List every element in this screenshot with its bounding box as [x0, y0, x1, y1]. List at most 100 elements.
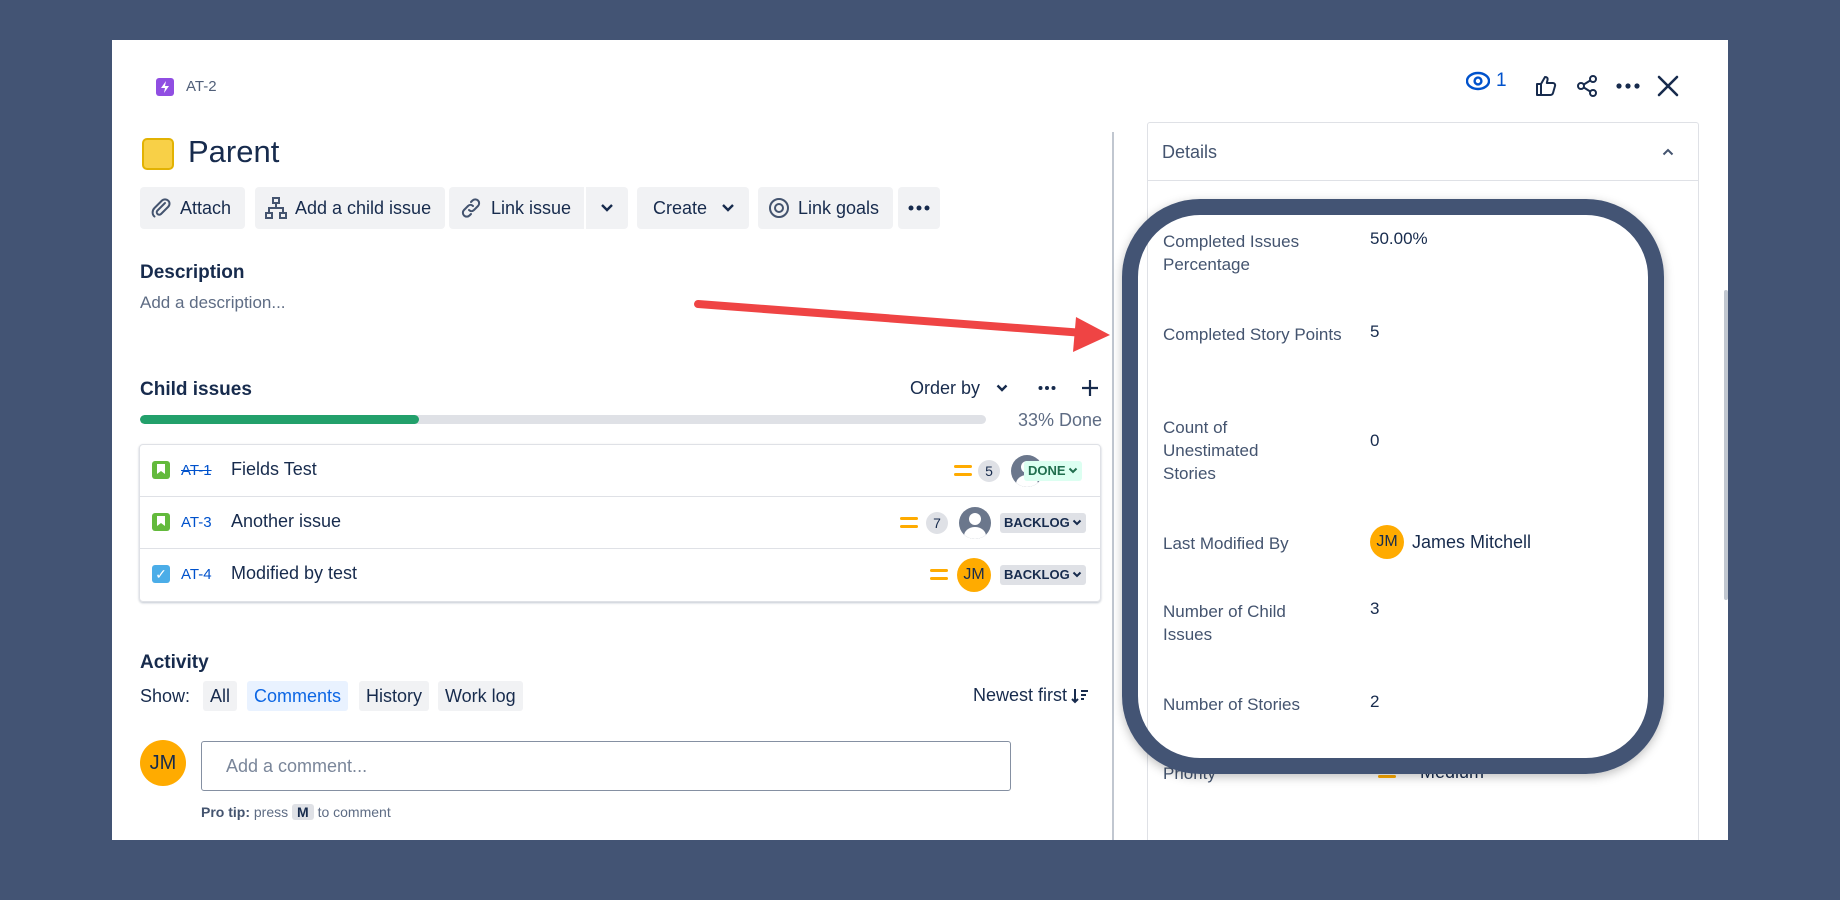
filter-all[interactable]: All [203, 681, 238, 711]
child-key[interactable]: AT-4 [181, 566, 212, 583]
status-label: BACKLOG [1004, 515, 1070, 530]
status-label: DONE [1028, 463, 1066, 478]
chevron-down-icon [601, 204, 613, 212]
breadcrumb-issue-key[interactable]: AT-2 [186, 78, 217, 96]
pro-tip-label: Pro tip: [201, 804, 250, 820]
child-summary[interactable]: Modified by test [231, 563, 357, 584]
pro-tip-press: press [253, 804, 289, 820]
child-progress-label: 33% Done [1018, 410, 1103, 430]
attach-label: Attach [180, 197, 232, 218]
link-issue-button[interactable]: Link issue [449, 187, 585, 229]
share-icon [1577, 75, 1597, 97]
child-summary[interactable]: Another issue [231, 511, 341, 532]
link-goals-button[interactable]: Link goals [758, 187, 894, 229]
status-badge[interactable]: DONE [1024, 461, 1082, 481]
child-progress-bar [140, 415, 986, 424]
assignee-avatar[interactable]: JM [957, 558, 991, 592]
child-summary[interactable]: Fields Test [231, 459, 317, 480]
filter-comments[interactable]: Comments [247, 681, 349, 711]
share-button[interactable] [1571, 70, 1603, 102]
child-row-at-3[interactable]: AT-3 Another issue 7 BACKLOG [140, 497, 1100, 549]
link-goals-label: Link goals [798, 197, 880, 218]
link-issue-dropdown[interactable] [586, 187, 628, 229]
chevron-down-icon [1072, 571, 1081, 578]
issue-type-icon [142, 138, 174, 170]
hierarchy-icon [265, 197, 287, 219]
order-by-label: Order by [910, 378, 981, 398]
pro-tip-rest: to comment [317, 804, 391, 820]
epic-icon [156, 78, 174, 96]
chevron-down-icon [1068, 467, 1077, 474]
plus-icon [1082, 380, 1098, 396]
panel-divider[interactable] [1112, 132, 1114, 840]
comment-input[interactable]: Add a comment... [201, 741, 1011, 791]
create-button[interactable]: Create [637, 187, 750, 229]
close-button[interactable] [1652, 70, 1684, 102]
eye-icon [1466, 71, 1490, 91]
child-more-button[interactable] [1038, 378, 1056, 403]
show-label: Show: [140, 686, 191, 706]
more-icon [1616, 83, 1640, 89]
toolbar-more-button[interactable] [898, 187, 940, 229]
child-row-at-1[interactable]: AT-1 Fields Test 5 DONE [140, 445, 1100, 497]
child-key[interactable]: AT-3 [181, 514, 212, 531]
add-child-issue-label: Add a child issue [295, 197, 432, 218]
child-issue-list: AT-1 Fields Test 5 DONE AT-3 Another iss… [139, 444, 1101, 602]
thumbs-up-icon [1536, 76, 1557, 96]
annotation-highlight-box [1122, 199, 1664, 774]
comment-placeholder: Add a comment... [226, 756, 368, 776]
chevron-down-icon [996, 384, 1008, 392]
chevron-down-icon [722, 204, 734, 212]
link-issue-label: Link issue [491, 197, 572, 218]
child-progress-fill [140, 415, 420, 424]
pro-tip: Pro tip: press M to comment [201, 804, 391, 820]
task-icon: ✓ [152, 565, 170, 583]
sort-button[interactable]: Newest first [973, 685, 1089, 706]
more-actions-button[interactable] [1612, 70, 1644, 102]
child-issues-heading: Child issues [140, 379, 252, 400]
description-placeholder[interactable]: Add a description... [140, 293, 286, 313]
unassigned-avatar[interactable] [959, 507, 991, 539]
watch-button[interactable]: 1 [1466, 70, 1507, 92]
target-icon [769, 198, 789, 218]
issue-view: AT-2 1 Parent Attach Add a child issue L… [112, 40, 1728, 840]
child-row-at-4[interactable]: ✓ AT-4 Modified by test JM BACKLOG [140, 549, 1100, 601]
add-child-button[interactable] [1080, 378, 1100, 403]
priority-medium-icon [954, 465, 972, 477]
chevron-down-icon [1072, 519, 1081, 526]
paperclip-icon [151, 198, 171, 218]
sort-icon [1071, 688, 1089, 703]
watch-count: 1 [1496, 70, 1507, 91]
attach-button[interactable]: Attach [140, 187, 246, 229]
pro-tip-key: M [292, 804, 314, 820]
close-icon [1657, 75, 1679, 97]
filter-history[interactable]: History [359, 681, 430, 711]
details-header[interactable]: Details [1148, 123, 1698, 181]
child-key[interactable]: AT-1 [181, 462, 212, 479]
status-badge[interactable]: BACKLOG [1000, 565, 1086, 585]
order-by-button[interactable]: Order by [910, 378, 1008, 399]
filter-work-log[interactable]: Work log [438, 681, 523, 711]
sort-label: Newest first [973, 685, 1068, 705]
annotation-arrow [694, 300, 1110, 352]
details-title: Details [1162, 142, 1218, 162]
priority-medium-icon [930, 569, 948, 581]
more-icon [908, 205, 930, 211]
create-label: Create [653, 197, 708, 218]
current-user-avatar: JM [140, 740, 186, 786]
story-points: 5 [978, 460, 1000, 482]
story-points: 7 [926, 512, 948, 534]
activity-heading: Activity [140, 652, 209, 673]
scrollbar-thumb[interactable] [1724, 290, 1728, 600]
priority-medium-icon [900, 517, 918, 529]
status-badge[interactable]: BACKLOG [1000, 513, 1086, 533]
chevron-up-icon [1662, 148, 1674, 156]
issue-title[interactable]: Parent [188, 132, 279, 172]
like-button[interactable] [1530, 70, 1562, 102]
add-child-issue-button[interactable]: Add a child issue [255, 187, 446, 229]
status-label: BACKLOG [1004, 567, 1070, 582]
story-icon [152, 513, 170, 531]
story-icon [152, 461, 170, 479]
more-icon [1038, 386, 1056, 390]
description-heading: Description [140, 262, 245, 283]
